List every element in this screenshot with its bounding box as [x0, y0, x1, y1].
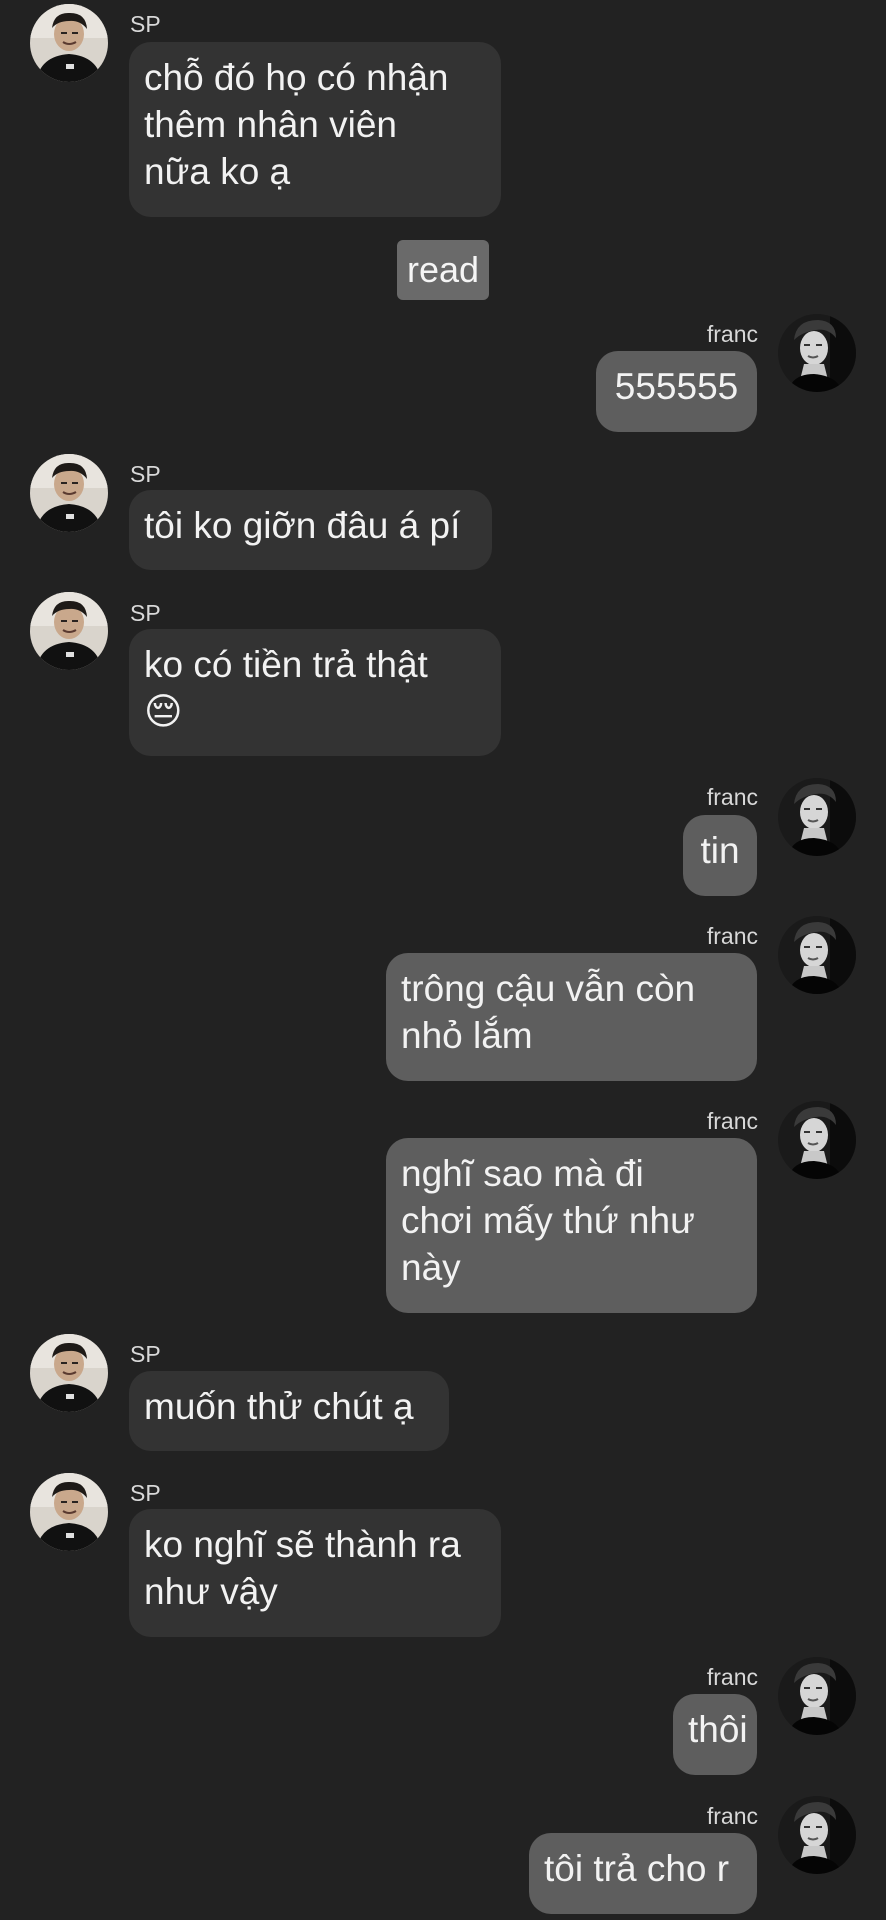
read-receipt-badge: read	[397, 240, 489, 300]
sender-name: SP	[130, 1341, 161, 1367]
message-bubble-outgoing[interactable]: 555555	[596, 351, 757, 432]
message-bubble-outgoing[interactable]: trông cậu vẫn còn nhỏ lắm	[386, 953, 757, 1081]
sender-name: SP	[130, 461, 161, 487]
message-bubble-incoming[interactable]: tôi ko giỡn đâu á pí	[129, 490, 492, 570]
sender-name: SP	[130, 1480, 161, 1506]
sender-name: franc	[706, 1664, 758, 1690]
sender-name: franc	[706, 321, 758, 347]
message-bubble-outgoing[interactable]: tôi trả cho r	[529, 1833, 757, 1914]
message-bubble-incoming[interactable]: ko có tiền trả thật 😔	[129, 629, 501, 756]
avatar-franc-icon[interactable]	[778, 1796, 856, 1874]
sender-name: franc	[706, 784, 758, 810]
avatar-franc-icon[interactable]	[778, 1657, 856, 1735]
message-bubble-outgoing[interactable]: tin	[683, 815, 757, 896]
avatar-sp-icon[interactable]	[30, 454, 108, 532]
message-bubble-outgoing[interactable]: thôi	[673, 1694, 757, 1775]
avatar-sp-icon[interactable]	[30, 1473, 108, 1551]
sender-name: SP	[130, 600, 161, 626]
sender-name: franc	[706, 1803, 758, 1829]
message-bubble-incoming[interactable]: ko nghĩ sẽ thành ra như vậy	[129, 1509, 501, 1637]
avatar-franc-icon[interactable]	[778, 916, 856, 994]
avatar-franc-icon[interactable]	[778, 778, 856, 856]
sender-name: SP	[130, 11, 161, 37]
avatar-sp-icon[interactable]	[30, 1334, 108, 1412]
message-bubble-incoming[interactable]: muốn thử chút ạ	[129, 1371, 449, 1451]
sender-name: franc	[706, 923, 758, 949]
avatar-sp-icon[interactable]	[30, 4, 108, 82]
avatar-franc-icon[interactable]	[778, 1101, 856, 1179]
message-bubble-incoming[interactable]: chỗ đó họ có nhận thêm nhân viên nữa ko …	[129, 42, 501, 217]
avatar-franc-icon[interactable]	[778, 314, 856, 392]
sender-name: franc	[706, 1108, 758, 1134]
message-bubble-outgoing[interactable]: nghĩ sao mà đi chơi mấy thứ như này	[386, 1138, 757, 1313]
avatar-sp-icon[interactable]	[30, 592, 108, 670]
